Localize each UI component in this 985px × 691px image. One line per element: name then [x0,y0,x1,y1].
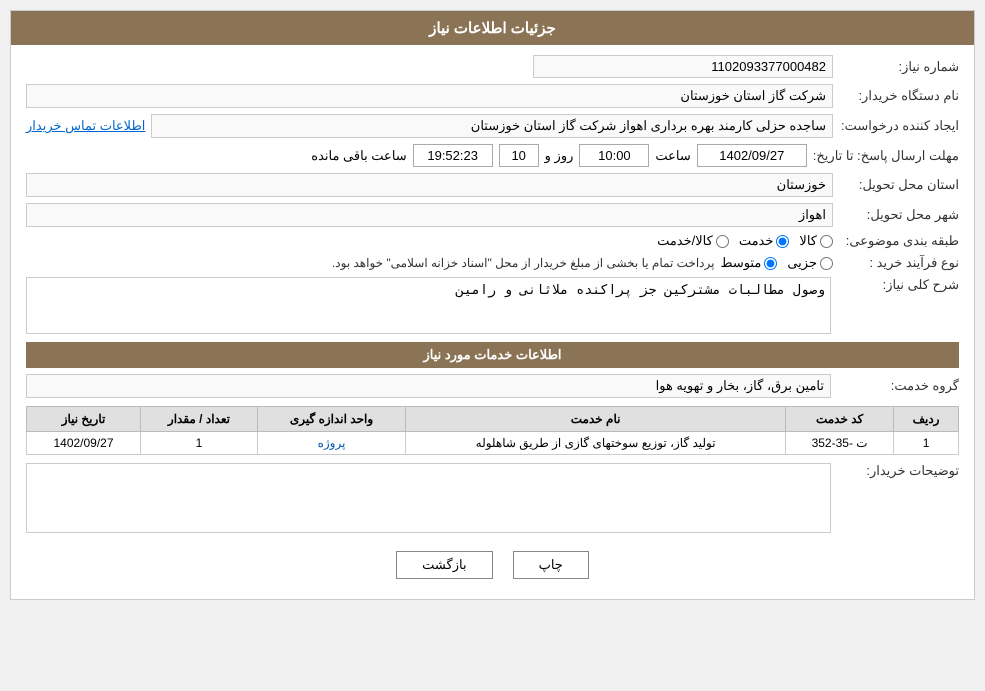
nam-dastgah-label: نام دستگاه خریدار: [839,88,959,104]
shahr-value: اهواز [26,203,833,227]
ijad-konande-label: ایجاد کننده درخواست: [839,118,959,134]
farayand-jozei[interactable]: جزیی [787,255,833,271]
sharh-kolli-label: شرح کلی نیاز: [839,277,959,293]
shahr-label: شهر محل تحویل: [839,207,959,223]
toseef-label: توضیحات خریدار: [839,463,959,479]
table-row: 1ت -35-352تولید گاز، توزیع سوختهای گازی … [27,432,959,455]
grohe-khedmat-value: تامین برق، گاز، بخار و تهویه هوا [26,374,831,398]
khadamat-section-title: اطلاعات خدمات مورد نیاز [26,342,959,368]
tabaghe-kala[interactable]: کالا [799,233,833,249]
tabaghe-radio-group: کالا خدمت کالا/خدمت [657,233,833,249]
shomare-niaz-value: 1102093377000482 [533,55,833,78]
col-kod: کد خدمت [786,407,894,432]
nam-dastgah-value: شرکت گاز استان خوزستان [26,84,833,108]
mohlat-label: مهلت ارسال پاسخ: تا تاریخ: [813,148,959,164]
col-nam: نام خدمت [406,407,786,432]
back-button[interactable]: بازگشت [396,551,492,579]
buttons-row: چاپ بازگشت [26,541,959,589]
col-tarikh: تاریخ نیاز [27,407,141,432]
grohe-khedmat-label: گروه خدمت: [839,378,959,394]
mohlat-time-label: ساعت [655,148,690,164]
mohlat-remaining: 19:52:23 [413,144,493,167]
ijad-konande-value: ساجده حزلی کارمند بهره برداری اهواز شرکت… [151,114,833,138]
mohlat-roz: 10 [499,144,539,167]
sharh-kolli-textarea[interactable] [26,277,831,334]
noe-farayand-label: نوع فرآیند خرید : [839,255,959,271]
col-tedad: تعداد / مقدار [141,407,258,432]
ostan-value: خوزستان [26,173,833,197]
farayand-note: پرداخت تمام یا بخشی از مبلغ خریدار از مح… [332,256,715,270]
toseef-textarea[interactable] [26,463,831,533]
mohlat-date: 1402/09/27 [697,144,807,167]
mohlat-roz-label: روز و [545,148,574,164]
tabaghe-kala-khedmat[interactable]: کالا/خدمت [657,233,729,249]
contact-link[interactable]: اطلاعات تماس خریدار [26,118,145,134]
ostan-label: استان محل تحویل: [839,177,959,193]
services-table: ردیف کد خدمت نام خدمت واحد اندازه گیری ت… [26,406,959,455]
mohlat-remaining-label: ساعت باقی مانده [311,148,406,164]
tabaghe-khedmat[interactable]: خدمت [739,233,790,249]
farayand-motavaset[interactable]: متوسط [720,255,777,271]
mohlat-time: 10:00 [579,144,649,167]
shomare-niaz-label: شماره نیاز: [839,59,959,75]
page-title: جزئیات اطلاعات نیاز [11,11,974,45]
noe-farayand-radio-group: جزیی متوسط [720,255,833,271]
col-radif: ردیف [894,407,959,432]
col-vahed: واحد اندازه گیری [257,407,405,432]
tabaghe-label: طبقه بندی موضوعی: [839,233,959,249]
print-button[interactable]: چاپ [513,551,589,579]
